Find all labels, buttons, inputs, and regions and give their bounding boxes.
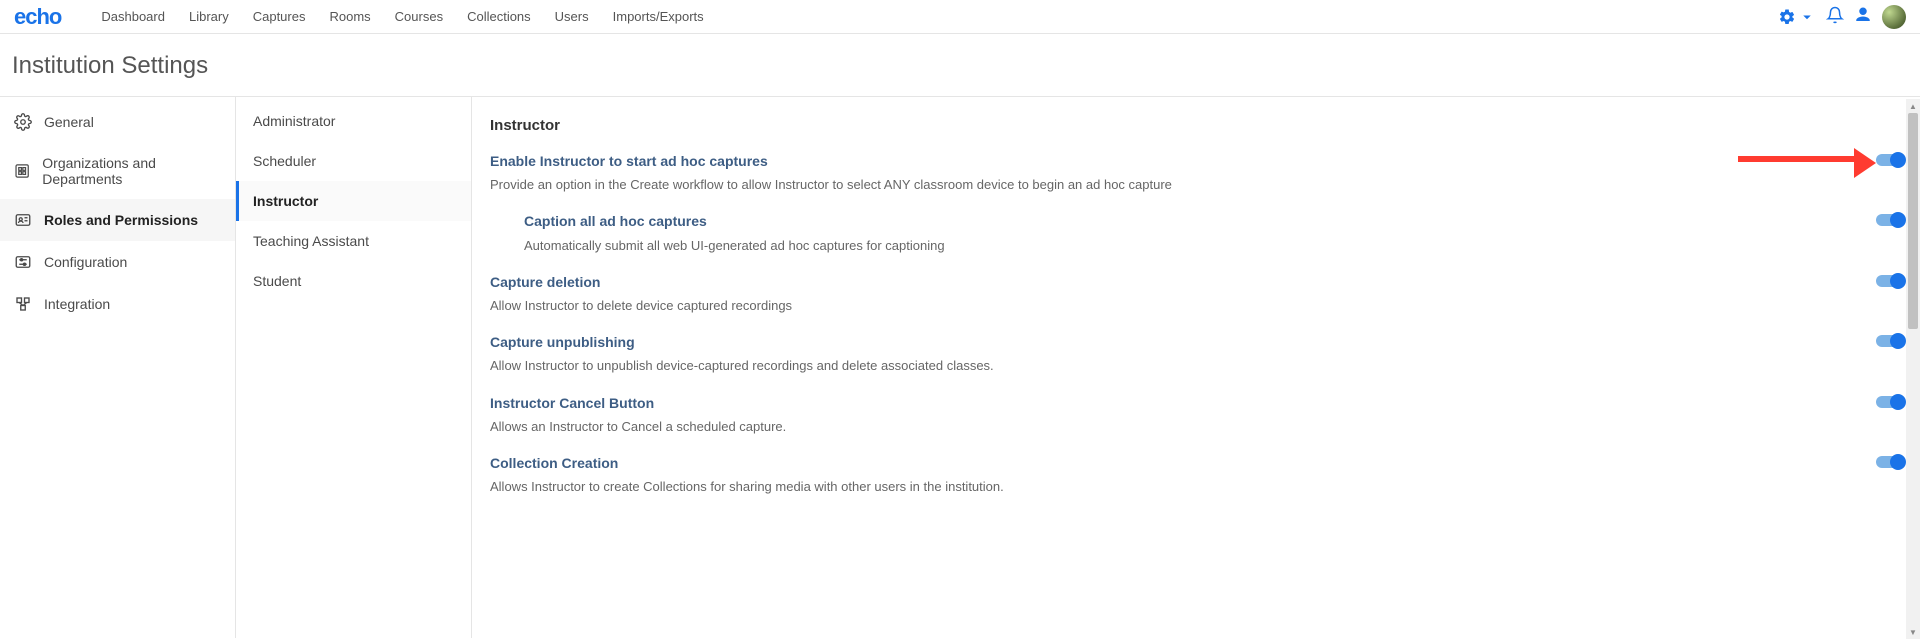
- sidebar-item-label: Configuration: [44, 254, 127, 270]
- gear-icon: [1778, 8, 1796, 26]
- setting-title: Capture unpublishing: [490, 333, 1856, 351]
- nav-right: [1778, 5, 1906, 29]
- avatar[interactable]: [1882, 5, 1906, 29]
- setting-desc: Automatically submit all web UI-generate…: [524, 237, 1856, 255]
- toggle-collection-creation[interactable]: [1876, 456, 1906, 468]
- id-icon: [14, 211, 32, 229]
- nav-dashboard[interactable]: Dashboard: [89, 9, 177, 24]
- sidebar-sub-student[interactable]: Student: [236, 261, 471, 301]
- sidebar-item-integration[interactable]: Integration: [0, 283, 235, 325]
- nav-imports-exports[interactable]: Imports/Exports: [601, 9, 716, 24]
- setting-cancel-button: Instructor Cancel Button Allows an Instr…: [490, 394, 1906, 436]
- sidebar-item-label: Integration: [44, 296, 110, 312]
- sidebar-item-organizations[interactable]: Organizations and Departments: [0, 143, 235, 199]
- setting-collection-creation: Collection Creation Allows Instructor to…: [490, 454, 1906, 496]
- setting-text: Instructor Cancel Button Allows an Instr…: [490, 394, 1856, 436]
- toggle-capture-unpublishing[interactable]: [1876, 335, 1906, 347]
- toggle-cancel-button[interactable]: [1876, 396, 1906, 408]
- setting-desc: Allows Instructor to create Collections …: [490, 478, 1856, 496]
- nav-collections[interactable]: Collections: [455, 9, 543, 24]
- section-heading: Instructor: [490, 117, 1906, 134]
- top-nav: echo Dashboard Library Captures Rooms Co…: [0, 0, 1920, 34]
- toggle-caption-adhoc[interactable]: [1876, 214, 1906, 226]
- integration-icon: [14, 295, 32, 313]
- scroll-up-icon[interactable]: ▲: [1906, 99, 1920, 113]
- setting-enable-adhoc: Enable Instructor to start ad hoc captur…: [490, 152, 1906, 194]
- sidebar-sub-scheduler[interactable]: Scheduler: [236, 141, 471, 181]
- toggle-enable-adhoc[interactable]: [1876, 154, 1906, 166]
- sidebar-item-label: Organizations and Departments: [42, 155, 221, 187]
- notifications-button[interactable]: [1826, 6, 1844, 27]
- account-icon: [1854, 6, 1872, 24]
- setting-text: Capture deletion Allow Instructor to del…: [490, 273, 1856, 315]
- logo[interactable]: echo: [14, 4, 61, 30]
- logo-text: echo: [14, 4, 61, 29]
- setting-desc: Allow Instructor to delete device captur…: [490, 297, 1856, 315]
- sidebar-sub-teaching-assistant[interactable]: Teaching Assistant: [236, 221, 471, 261]
- setting-caption-adhoc: Caption all ad hoc captures Automaticall…: [490, 212, 1906, 254]
- sidebar-sub-administrator[interactable]: Administrator: [236, 101, 471, 141]
- setting-capture-unpublishing: Capture unpublishing Allow Instructor to…: [490, 333, 1906, 375]
- setting-desc: Allows an Instructor to Cancel a schedul…: [490, 418, 1856, 436]
- setting-title: Collection Creation: [490, 454, 1856, 472]
- nav-library[interactable]: Library: [177, 9, 241, 24]
- sidebar-item-general[interactable]: General: [0, 101, 235, 143]
- settings-menu-button[interactable]: [1778, 8, 1816, 26]
- scroll-down-icon[interactable]: ▼: [1906, 625, 1920, 639]
- sidebar-item-label: Roles and Permissions: [44, 212, 198, 228]
- nav-links: Dashboard Library Captures Rooms Courses…: [89, 9, 715, 24]
- setting-capture-deletion: Capture deletion Allow Instructor to del…: [490, 273, 1906, 315]
- toggle-capture-deletion[interactable]: [1876, 275, 1906, 287]
- sliders-icon: [14, 253, 32, 271]
- setting-text: Enable Instructor to start ad hoc captur…: [490, 152, 1856, 194]
- page-title: Institution Settings: [0, 34, 1920, 97]
- content-panel: Instructor Enable Instructor to start ad…: [472, 97, 1920, 638]
- sidebar-secondary: Administrator Scheduler Instructor Teach…: [236, 97, 472, 638]
- setting-desc: Provide an option in the Create workflow…: [490, 176, 1856, 194]
- nav-captures[interactable]: Captures: [241, 9, 318, 24]
- nav-users[interactable]: Users: [543, 9, 601, 24]
- main-layout: General Organizations and Departments Ro…: [0, 97, 1920, 638]
- sidebar-item-label: General: [44, 114, 94, 130]
- gear-icon: [14, 113, 32, 131]
- setting-text: Collection Creation Allows Instructor to…: [490, 454, 1856, 496]
- chevron-down-icon: [1798, 8, 1816, 26]
- setting-title: Enable Instructor to start ad hoc captur…: [490, 152, 1856, 170]
- sidebar-sub-instructor[interactable]: Instructor: [236, 181, 471, 221]
- nav-rooms[interactable]: Rooms: [317, 9, 382, 24]
- sidebar-item-roles-permissions[interactable]: Roles and Permissions: [0, 199, 235, 241]
- nav-courses[interactable]: Courses: [383, 9, 455, 24]
- setting-title: Instructor Cancel Button: [490, 394, 1856, 412]
- vertical-scrollbar[interactable]: ▲ ▼: [1906, 99, 1920, 639]
- sidebar-primary: General Organizations and Departments Ro…: [0, 97, 236, 638]
- setting-title: Caption all ad hoc captures: [524, 212, 1856, 230]
- setting-text: Caption all ad hoc captures Automaticall…: [524, 212, 1856, 254]
- scroll-thumb[interactable]: [1908, 113, 1918, 329]
- setting-text: Capture unpublishing Allow Instructor to…: [490, 333, 1856, 375]
- sidebar-item-configuration[interactable]: Configuration: [0, 241, 235, 283]
- setting-title: Capture deletion: [490, 273, 1856, 291]
- setting-desc: Allow Instructor to unpublish device-cap…: [490, 357, 1856, 375]
- org-icon: [14, 162, 30, 180]
- bell-icon: [1826, 6, 1844, 24]
- account-button[interactable]: [1854, 6, 1872, 27]
